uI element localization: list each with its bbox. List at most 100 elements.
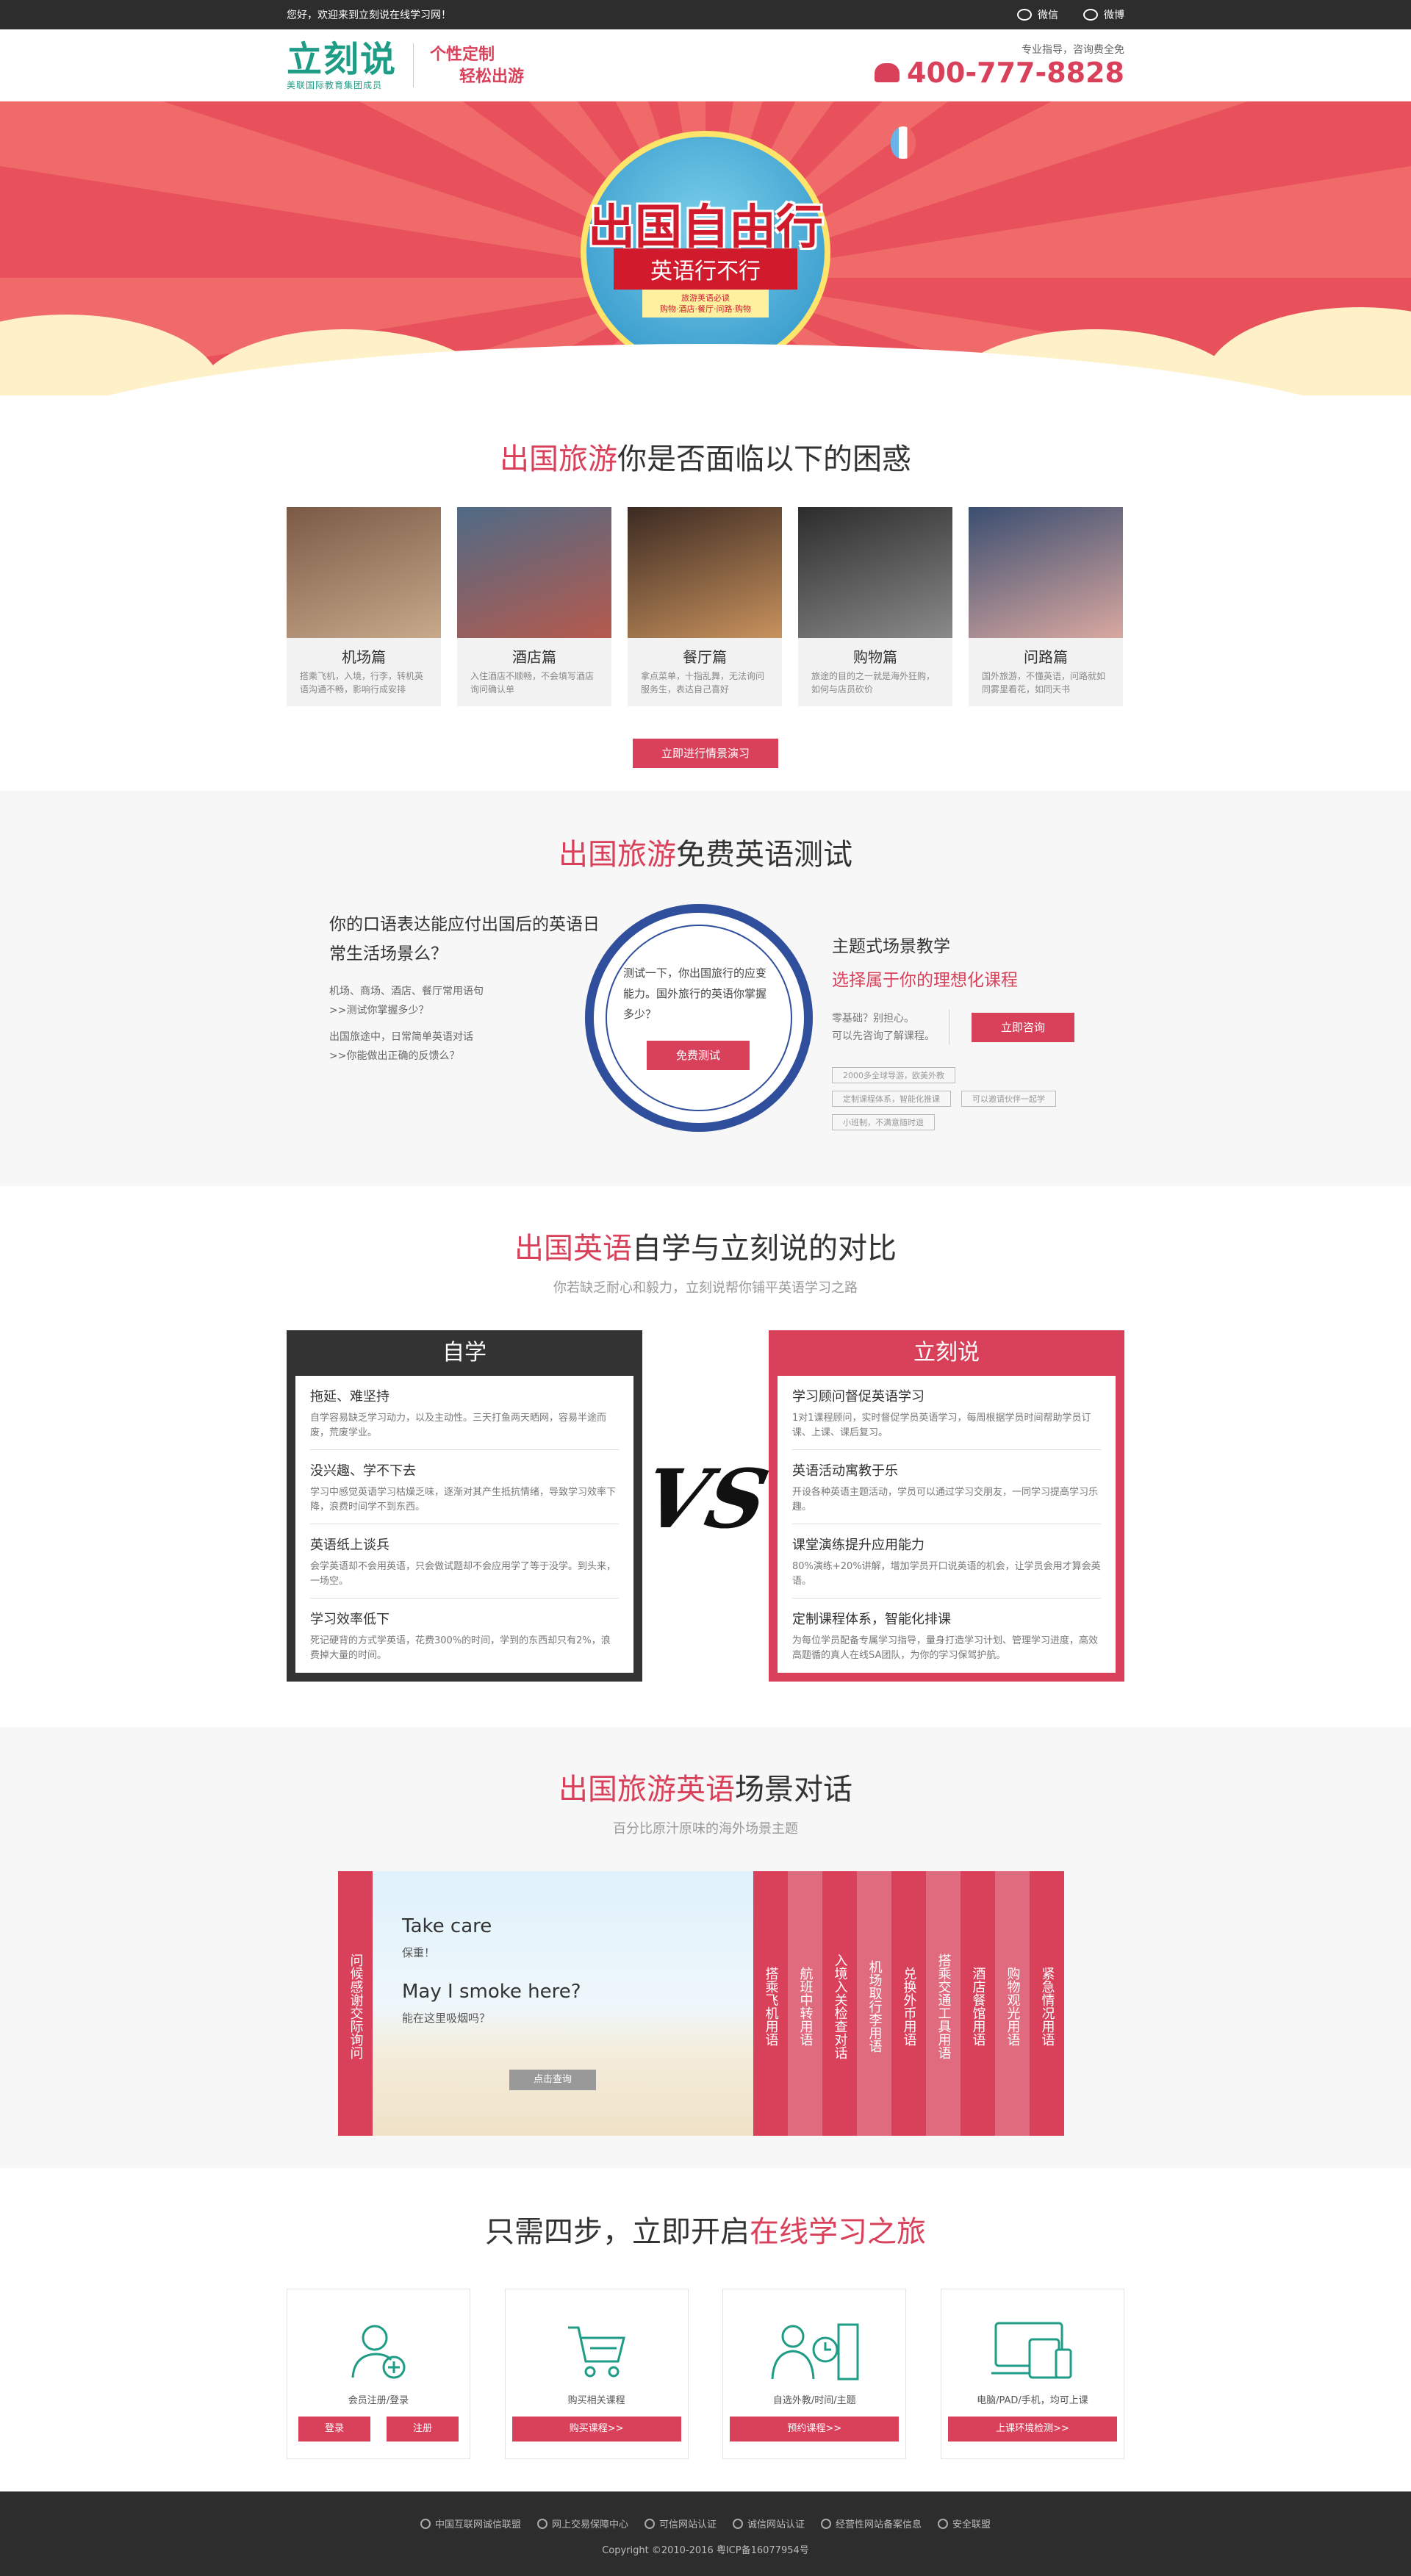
comparison-section: 出国英语自学与立刻说的对比 你若缺乏耐心和毅力，立刻说帮你铺平英语学习之路 自学… (0, 1186, 1411, 1727)
test-circle: 测试一下，你出国旅行的应变能力。国外旅行的英语你掌握多少？ 免费测试 (585, 904, 813, 1132)
wechat-link[interactable]: 微信 (1017, 7, 1058, 22)
top-bar: 您好，欢迎来到立刻说在线学习网！ 微信 微博 (0, 0, 1411, 29)
problem-card[interactable]: 机场篇 搭乘飞机，入境，行李，转机英语沟通不畅，影响行成安排 (287, 507, 441, 706)
scene-tab[interactable]: 机场取行李用语 (857, 1871, 891, 2136)
user-plus-icon (351, 2325, 406, 2379)
problem-card[interactable]: 餐厅篇 拿点菜单，十指乱舞，无法询问服务生，表达自己喜好 (628, 507, 782, 706)
card-title: 酒店篇 (512, 648, 556, 666)
trust-link[interactable]: 安全联盟 (938, 2516, 991, 2530)
buy-course-button[interactable]: 购买课程>> (511, 2417, 681, 2442)
card-photo (457, 507, 611, 638)
four-steps-section: 只需四步，立即开启在线学习之旅 会员注册/登录 登录 注册 购买相关课程 购买课程… (0, 2168, 1411, 2506)
login-button[interactable]: 登录 (298, 2417, 370, 2442)
problem-card[interactable]: 酒店篇 入住酒店不顺畅，不会填写酒店询问确认单 (457, 507, 611, 706)
card-photo (628, 507, 782, 638)
card-desc: 拿点菜单，十指乱舞，无法询问服务生，表达自己喜好 (641, 671, 765, 695)
step-label: 自选外教/时间/主题 (772, 2395, 856, 2406)
scene-tab-greeting[interactable]: 问候感谢交际询问 (338, 1871, 373, 2136)
test-point: 机场、商场、酒店、餐厅常用语句 >>测试你掌握多少？ (329, 982, 600, 1020)
hotline-number-row[interactable]: 400-777-8828 (875, 57, 1124, 89)
trust-link[interactable]: 中国互联网诚信联盟 (420, 2516, 521, 2530)
trust-link[interactable]: 可信网站认证 (644, 2516, 717, 2530)
wechat-icon (1017, 9, 1032, 21)
teaching-heading: 主题式场景教学 (832, 937, 950, 956)
scene-tab[interactable]: 航班中转用语 (788, 1871, 822, 2136)
consult-note: 零基础？别担心。 可以先咨询了解课程。 (832, 1010, 949, 1045)
banner-title: 出国自由行 (588, 200, 823, 255)
phone-icon (875, 63, 900, 82)
header-divider (413, 43, 414, 87)
environment-check-button[interactable]: 上课环境检测>> (947, 2417, 1117, 2442)
test-circle-text: 测试一下，你出国旅行的应变能力。国外旅行的英语你掌握多少？ (623, 966, 767, 1021)
badge-icon (733, 2518, 743, 2529)
social-links: 微信 微博 (1017, 7, 1124, 22)
teacher-clock-icon (771, 2323, 859, 2381)
feature-tags: 2000多全球导游，欧美外教 定制课程体系，智能化推课 可以邀请伙伴一起学 小班… (832, 1067, 1082, 1130)
section-title: 出国旅游你是否面临以下的困惑 (500, 442, 911, 476)
trust-links: 中国互联网诚信联盟 网上交易保障中心 可信网站认证 诚信网站认证 经营性网站备案… (0, 2491, 1411, 2530)
problem-card[interactable]: 问路篇 国外旅游，不懂英语，问路就如同雾里看花，如同天书 (969, 507, 1123, 706)
site-footer: 中国互联网诚信联盟 网上交易保障中心 可信网站认证 诚信网站认证 经营性网站备案… (0, 2491, 1411, 2576)
comparison-item: 定制课程体系，智能化排课 为每位学员配备专属学习指导，量身打造学习计划、管理学习进… (791, 1612, 1098, 1661)
hot-air-balloon-icon (891, 126, 916, 159)
scene-tab[interactable]: 搭乘飞机用语 (753, 1871, 788, 2136)
devices-icon (991, 2322, 1072, 2379)
comparison-item: 没兴趣、学不下去 学习中感觉英语学习枯燥乏味，逐渐对其产生抵抗情绪，导致学习效率下… (310, 1450, 619, 1524)
card-desc: 入住酒店不顺畅，不会填写酒店询问确认单 (470, 671, 595, 695)
hotline-number: 400-777-8828 (907, 57, 1124, 89)
scene-tab[interactable]: 兑换外币用语 (891, 1871, 926, 2136)
problem-cards: 机场篇 搭乘飞机，入境，行李，转机英语沟通不畅，影响行成安排 酒店篇 入住酒店不… (287, 507, 1124, 706)
trust-link[interactable]: 经营性网站备案信息 (821, 2516, 922, 2530)
teaching-subheading: 选择属于你的理想化课程 (832, 971, 1018, 990)
comparison-item: 英语纸上谈兵 会学英语却不会用英语，只会做试题却不会应用学了等于没学。到头来，一场… (310, 1524, 619, 1599)
test-point: 出国旅途中，日常简单英语对话 >>你能做出正确的反馈么？ (329, 1027, 600, 1066)
scene-tab[interactable]: 紧急情况用语 (1030, 1871, 1064, 2136)
banner-small-text: 旅游英语必读 购物·酒店·餐厅·问路·购物 (642, 290, 769, 317)
scene-tab[interactable]: 酒店餐馆用语 (961, 1871, 995, 2136)
feature-tag: 定制课程体系，智能化推课 (832, 1091, 951, 1107)
book-course-button[interactable]: 预约课程>> (730, 2417, 900, 2442)
query-button[interactable]: 点击查询 (509, 2070, 596, 2090)
step-card: 购买相关课程 购买课程>> (504, 2289, 689, 2459)
test-link[interactable]: >>你能做出正确的反馈么？ (329, 1047, 600, 1066)
scenario-practice-button[interactable]: 立即进行情景演习 (633, 739, 778, 768)
column-head: 自学 (442, 1340, 487, 1366)
site-header: 立刻说 美联国际教育集团成员 个性定制 轻松出游 专业指导，咨询费全免 400-… (0, 29, 1411, 101)
copyright: Copyright ©2010-2016 粤ICP备16077954号 (602, 2545, 809, 2556)
step-card: 自选外教/时间/主题 预约课程>> (722, 2289, 907, 2459)
free-test-button[interactable]: 免费测试 (647, 1041, 750, 1070)
section-title: 只需四步，立即开启在线学习之旅 (485, 2215, 926, 2249)
register-button[interactable]: 注册 (387, 2417, 459, 2442)
card-title: 机场篇 (342, 648, 386, 666)
scene-tab[interactable]: 购物观光用语 (995, 1871, 1030, 2136)
logo-subtitle: 美联国际教育集团成员 (287, 79, 383, 90)
trust-link[interactable]: 网上交易保障中心 (536, 2516, 628, 2530)
consult-button[interactable]: 立即咨询 (972, 1013, 1074, 1042)
scene-tab[interactable]: 入境入关检查对话 (822, 1871, 857, 2136)
trust-link[interactable]: 诚信网站认证 (733, 2516, 805, 2530)
badge-icon (938, 2518, 949, 2529)
card-title: 问路篇 (1024, 648, 1068, 666)
step-label: 购买相关课程 (567, 2395, 625, 2406)
feature-tag: 小班制，不满意随时退 (832, 1114, 935, 1130)
welcome-text: 您好，欢迎来到立刻说在线学习网！ (287, 10, 451, 21)
problem-card[interactable]: 购物篇 旅途的目的之一就是海外狂购，如何与店员砍价 (798, 507, 952, 706)
logo-text: 立刻说 (287, 38, 398, 80)
test-link[interactable]: >>测试你掌握多少？ (329, 1001, 600, 1020)
step-card: 会员注册/登录 登录 注册 (287, 2289, 470, 2459)
logo[interactable]: 立刻说 美联国际教育集团成员 (287, 40, 397, 91)
header-slogan: 个性定制 轻松出游 (430, 43, 524, 87)
comparison-item: 学习顾问督促英语学习 1对1课程顾问，实时督促学员英语学习，每周根据学员时间帮助学… (791, 1376, 1101, 1450)
weibo-link[interactable]: 微博 (1083, 7, 1124, 22)
scene-tab[interactable]: 搭乘交通工具用语 (926, 1871, 961, 2136)
badge-icon (420, 2518, 431, 2529)
step-card: 电脑/PAD/手机，均可上课 上课环境检测>> (940, 2289, 1124, 2459)
slogan-line-2: 轻松出游 (459, 67, 525, 86)
section-subtitle: 你若缺乏耐心和毅力，立刻说帮你铺平英语学习之路 (553, 1280, 858, 1296)
cart-icon (567, 2326, 625, 2378)
phrase-english: May I smoke here? (402, 1981, 581, 2003)
column-head: 立刻说 (913, 1340, 980, 1366)
section-title: 出国旅游免费英语测试 (559, 838, 852, 872)
slogan-line-1: 个性定制 (430, 45, 495, 64)
section-title: 出国英语自学与立刻说的对比 (514, 1232, 897, 1266)
